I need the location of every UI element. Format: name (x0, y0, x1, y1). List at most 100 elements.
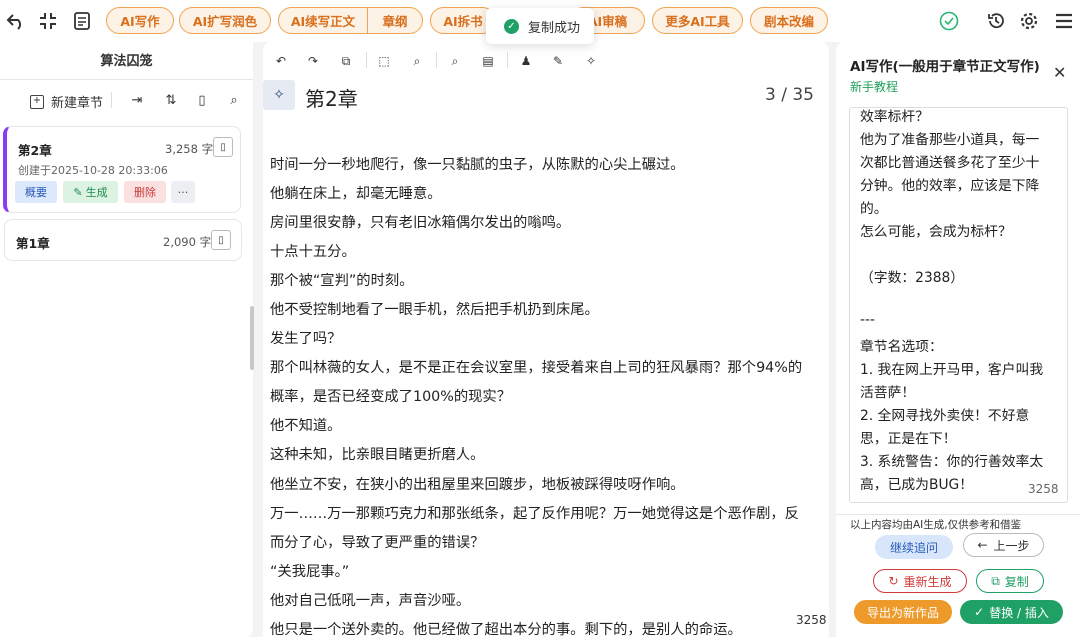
chapter-word-count: 3,258 字 (165, 142, 214, 156)
output-line: --- (860, 312, 875, 328)
output-line: 他为了准备那些小道具，每一 (860, 132, 1040, 148)
panel-resize-handle[interactable] (250, 306, 254, 370)
output-line: 活菩萨！ (860, 385, 916, 401)
ai-sparkle-button[interactable]: ✧ (263, 80, 295, 110)
paragraph[interactable]: 时间一分一秒地爬行，像一只黏腻的虫子，从陈默的心尖上碾过。 (270, 153, 685, 174)
toast-text: 复制成功 (528, 20, 581, 36)
paragraph[interactable]: 那个叫林薇的女人，是不是正在会议室里，接受着来自上司的狂风暴雨？那个94%的 (270, 356, 802, 377)
previous-step-button[interactable]: ← 上一步 (963, 533, 1044, 557)
new-chapter-button[interactable]: + 新建章节 (30, 92, 103, 111)
paragraph[interactable]: 万一……万一那颗巧克力和那张纸条，起了反作用呢？万一她觉得这是个恶作剧，反 (270, 502, 799, 523)
paragraph[interactable]: 他只是一个送外卖的。他已经做了超出本分的事。剩下的，是别人的命运。 (270, 618, 742, 637)
copy-icon: ⧉ (991, 573, 1000, 588)
regenerate-label: 重新生成 (903, 574, 952, 589)
tutorial-link[interactable]: 新手教程 (850, 78, 898, 95)
export-new-work-button[interactable]: 导出为新作品 (854, 600, 952, 624)
paragraph[interactable]: 他不知道。 (270, 414, 341, 435)
page-indicator: 3 / 35 (765, 85, 814, 105)
fullscreen-icon[interactable] (36, 9, 60, 33)
generate-button[interactable]: ✎ 生成 (63, 181, 118, 203)
delete-button[interactable]: 删除 (124, 181, 166, 203)
divider (366, 52, 367, 68)
paragraph[interactable]: 那个被“宣判”的时刻。 (270, 269, 414, 290)
divider (0, 79, 253, 80)
refresh-icon: ↻ (888, 574, 899, 588)
output-line: 3. 系统警告：你的行善效率太 (860, 454, 1044, 470)
paragraph[interactable]: 概率，是否已经变成了100%的现实？ (270, 385, 511, 406)
ai-output-box[interactable]: 效率标杆？ 他为了准备那些小道具，每一 次都比普通送餐多花了至少十 分钟。他的效… (849, 107, 1068, 503)
paragraph[interactable]: “关我屁事。” (270, 560, 349, 581)
search-doc-icon[interactable]: ⌕ (224, 91, 244, 109)
sparkle-icon: ✧ (273, 87, 285, 103)
copy-button[interactable]: ⧉ 复制 (976, 569, 1044, 593)
paragraph[interactable]: 他躺在床上，却毫无睡意。 (270, 182, 442, 203)
chapter-title: 第1章 (16, 236, 50, 251)
paragraph[interactable]: 房间里很安静，只有老旧冰箱偶尔发出的嗡鸣。 (270, 211, 570, 232)
chapter-card-1[interactable]: 第1章 2,090 字 ▯ (4, 219, 242, 261)
ai-disclaimer: 以上内容均由AI生成,仅供参考和借鉴 (850, 519, 1022, 531)
new-doc-icon: + (30, 94, 44, 109)
redo-icon[interactable]: ↷ (303, 52, 323, 70)
toast-copy-success: ✓ 复制成功 (486, 8, 594, 44)
paragraph[interactable]: 发生了吗？ (270, 327, 341, 348)
pen-icon[interactable]: ✎ (548, 52, 568, 70)
paragraph[interactable]: 十点十五分。 (270, 240, 356, 261)
output-line: 高，已成为BUG！ (860, 477, 974, 493)
script-adapt-button[interactable]: 剧本改编 (750, 7, 828, 34)
chapter-card-2[interactable]: 第2章 3,258 字 ▯ 创建于2025-10-28 20:33:06 概要 … (3, 126, 241, 213)
notes-icon[interactable] (70, 9, 94, 33)
paragraph[interactable]: 他不受控制地看了一眼手机，然后把手机扔到床尾。 (270, 298, 599, 319)
output-line: 思，正是在下！ (860, 431, 957, 447)
person-icon[interactable]: ♟ (516, 52, 536, 70)
close-icon[interactable]: ✕ (1053, 63, 1066, 82)
paragraph[interactable]: 这种未知，比亲眼目睹更折磨人。 (270, 443, 484, 464)
ai-write-button[interactable]: AI写作 (106, 7, 174, 34)
menu-icon[interactable] (1052, 9, 1076, 33)
book-title: 算法囚笼 (100, 54, 153, 69)
magic-wand-icon[interactable]: ✧ (581, 52, 601, 70)
editor-panel: ↶ ↷ ⧉ ⬚ ⌕ ⌕ ▤ ♟ ✎ ✧ ✧ 第2章 3 / 35 时间一分一秒地… (263, 42, 829, 637)
paragraph[interactable]: 他对自己低吼一声，声音沙哑。 (270, 589, 470, 610)
bookmark-icon[interactable]: ▯ (213, 137, 233, 157)
check-icon: ✓ (504, 18, 519, 34)
columns-icon[interactable]: ▯ (192, 91, 212, 109)
select-all-icon[interactable]: ⬚ (374, 52, 394, 70)
summary-button[interactable]: 概要 (15, 181, 57, 203)
generate-label: 生成 (85, 186, 108, 199)
ai-continue-button[interactable]: AI续写正文 (278, 7, 368, 34)
replace-insert-button[interactable]: ✓ 替换 / 插入 (960, 600, 1063, 624)
search-icon[interactable]: ⌕ (407, 52, 427, 70)
chapter-created-date: 创建于2025-10-28 20:33:06 (18, 164, 168, 177)
output-line: 的。 (860, 201, 888, 217)
outline-button[interactable]: 章纲 (367, 7, 423, 34)
check-circle-icon[interactable] (937, 9, 961, 33)
back-icon[interactable] (4, 9, 28, 33)
output-line: 分钟。他的效率，应该是下降 (860, 178, 1040, 194)
gear-icon[interactable] (1017, 9, 1041, 33)
history-icon[interactable] (984, 9, 1008, 33)
check-circle-icon: ✓ (974, 605, 985, 619)
more-button[interactable]: ··· (171, 181, 195, 203)
regenerate-button[interactable]: ↻ 重新生成 (873, 569, 967, 593)
pencil-icon: ✎ (73, 185, 83, 199)
import-icon[interactable]: ⇥ (127, 91, 147, 109)
arrow-left-icon: ← (977, 538, 988, 552)
output-line: 效率标杆？ (860, 109, 929, 125)
more-ai-tools-button[interactable]: 更多AI工具 (652, 7, 743, 34)
divider (836, 514, 1080, 515)
ai-expand-button[interactable]: AI扩写润色 (179, 7, 271, 34)
copy-icon[interactable]: ⧉ (336, 52, 356, 70)
sort-icon[interactable]: ⇅ (161, 91, 181, 109)
panel-title: AI写作(一般用于章节正文写作) (850, 59, 1040, 75)
undo-icon[interactable]: ↶ (271, 52, 291, 70)
divider (507, 52, 508, 68)
paragraph[interactable]: 他坐立不安，在狭小的出租屋里来回踱步，地板被踩得吱呀作响。 (270, 473, 685, 494)
output-line: 1. 我在网上开马甲，客户叫我 (860, 362, 1044, 378)
chapter-word-count: 2,090 字 (163, 235, 212, 249)
chapter-sidebar: 算法囚笼 + 新建章节 ⇥ ⇅ ▯ ⌕ 第2章 3,258 字 ▯ 创建于202… (0, 42, 253, 637)
continue-ask-button[interactable]: 继续追问 (875, 535, 953, 559)
bookmark-icon[interactable]: ▯ (211, 230, 231, 250)
paragraph[interactable]: 而分了心，导致了更严重的错误？ (270, 531, 484, 552)
document-icon[interactable]: ▤ (478, 52, 498, 70)
replace-icon[interactable]: ⌕ (445, 52, 465, 70)
